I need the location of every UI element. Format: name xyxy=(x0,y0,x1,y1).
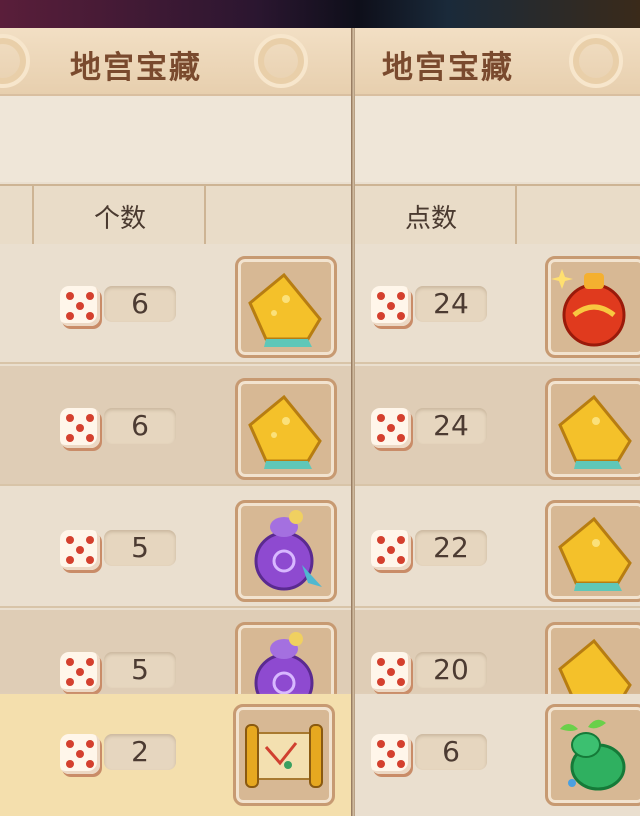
background-strip xyxy=(0,0,640,30)
dice-icon xyxy=(60,530,100,570)
header-cell xyxy=(0,186,34,244)
row-divider xyxy=(355,362,640,364)
panel-title: 地宫宝藏 xyxy=(70,50,202,86)
table-row[interactable]: 6 xyxy=(0,244,352,364)
dice-icon xyxy=(371,652,411,692)
table-header: 个数 xyxy=(0,184,352,246)
table-header: 点数 xyxy=(355,184,640,246)
row-divider xyxy=(355,606,640,608)
header-cell-count: 个数 xyxy=(34,186,206,244)
gold-ingot-icon[interactable] xyxy=(545,378,640,480)
table-row[interactable]: 5 xyxy=(0,488,352,608)
header-label: 个数 xyxy=(94,204,147,234)
dice-icon xyxy=(60,652,100,692)
gold-ingot-icon[interactable] xyxy=(235,378,337,480)
cloud-swirl-icon xyxy=(569,34,623,88)
header-cell-points: 点数 xyxy=(355,186,517,244)
dice-icon xyxy=(371,408,411,448)
gold-ingot-icon[interactable] xyxy=(235,256,337,358)
panel-title: 地宫宝藏 xyxy=(382,50,514,86)
row-value: 5 xyxy=(104,530,176,566)
title-bar: 地宫宝藏 xyxy=(0,28,352,96)
row-divider xyxy=(0,606,352,608)
row-value: 24 xyxy=(415,286,487,322)
cloud-swirl-icon xyxy=(254,34,308,88)
green-gourd-icon[interactable] xyxy=(545,704,640,806)
purple-pouch-icon[interactable] xyxy=(235,500,337,602)
row-value: 6 xyxy=(104,408,176,444)
row-value: 20 xyxy=(415,652,487,688)
row-value: 24 xyxy=(415,408,487,444)
table-row[interactable]: 6 xyxy=(0,366,352,486)
dice-icon xyxy=(60,734,100,774)
gold-ingot-icon[interactable] xyxy=(545,500,640,602)
row-divider xyxy=(355,484,640,486)
dice-icon xyxy=(60,408,100,448)
title-bar: 地宫宝藏 xyxy=(355,28,640,96)
dice-icon xyxy=(371,530,411,570)
panel-blank-area xyxy=(0,96,352,182)
panel-blank-area xyxy=(355,96,640,182)
header-label: 点数 xyxy=(405,204,458,234)
row-divider xyxy=(0,362,352,364)
scroll-icon[interactable] xyxy=(233,704,335,806)
table-row-highlighted[interactable]: 2 xyxy=(0,694,352,816)
table-row[interactable]: 6 xyxy=(355,694,640,816)
table-row[interactable]: 24 xyxy=(355,244,640,364)
dice-icon xyxy=(371,734,411,774)
treasure-panel-right: 地宫宝藏 点数 24 24 22 20 6 xyxy=(355,28,640,816)
row-value: 5 xyxy=(104,652,176,688)
row-divider xyxy=(0,484,352,486)
row-value: 2 xyxy=(104,734,176,770)
row-value: 6 xyxy=(104,286,176,322)
table-row[interactable]: 24 xyxy=(355,366,640,486)
cloud-swirl-icon xyxy=(0,34,30,88)
row-value: 6 xyxy=(415,734,487,770)
dice-icon xyxy=(371,286,411,326)
row-value: 22 xyxy=(415,530,487,566)
dice-icon xyxy=(60,286,100,326)
table-row[interactable]: 22 xyxy=(355,488,640,608)
red-lucky-bag-icon[interactable] xyxy=(545,256,640,358)
treasure-panel-left: 地宫宝藏 个数 6 6 5 5 2 xyxy=(0,28,352,816)
